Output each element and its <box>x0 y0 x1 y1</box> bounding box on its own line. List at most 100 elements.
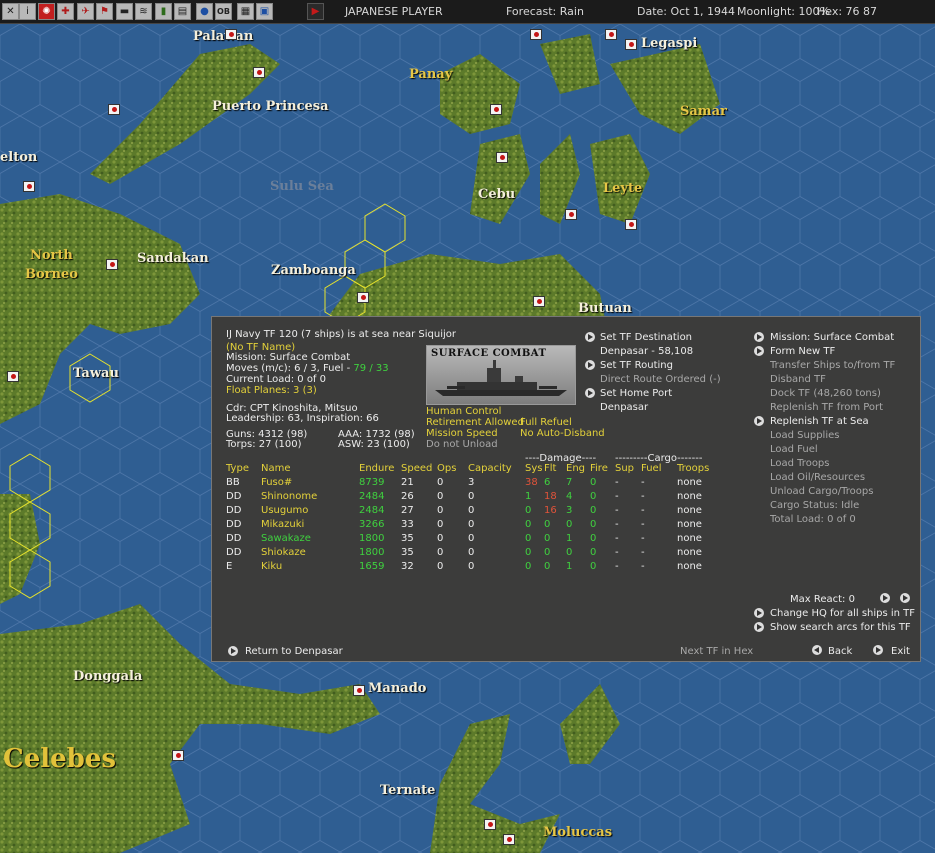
info-icon[interactable]: i <box>19 3 36 20</box>
rising-sun-icon[interactable]: ✺ <box>38 3 55 20</box>
report-icon[interactable]: ▦ <box>237 3 254 20</box>
cmd-transfer[interactable]: Transfer Ships to/from TF <box>770 360 895 371</box>
fuel-icon[interactable]: ▮ <box>155 3 172 20</box>
cmd-load-troops[interactable]: Load Troops <box>770 458 830 469</box>
base-marker[interactable] <box>530 29 542 40</box>
cmd-load-supplies[interactable]: Load Supplies <box>770 430 839 441</box>
cmd-replenish-port[interactable]: Replenish TF from Port <box>770 402 883 413</box>
intel-icon[interactable]: ≋ <box>135 3 152 20</box>
transport-icon[interactable]: ▬ <box>116 3 133 20</box>
base-marker[interactable] <box>357 292 369 303</box>
cmd-unload[interactable]: Unload Cargo/Troops <box>770 486 873 497</box>
ob-icon[interactable]: OB <box>215 3 232 20</box>
tf-float-planes: Float Planes: 3 (3) <box>226 385 317 396</box>
window-icon[interactable]: ▣ <box>256 3 273 20</box>
army-icon[interactable]: ✚ <box>57 3 74 20</box>
cmd-mission[interactable]: Mission: Surface Combat <box>770 332 894 343</box>
next-icon[interactable] <box>880 593 890 603</box>
base-marker[interactable] <box>496 152 508 163</box>
col-ops[interactable]: Ops <box>437 463 456 474</box>
cell-troops: none <box>677 477 702 488</box>
col-sup[interactable]: Sup <box>615 463 634 474</box>
change-hq-button[interactable]: Change HQ for all ships in TF <box>770 608 915 619</box>
play-icon[interactable]: ▶ <box>307 3 324 20</box>
base-marker[interactable] <box>484 819 496 830</box>
return-to-base-button[interactable]: Return to Denpasar <box>245 646 343 657</box>
cell-name[interactable]: Fuso# <box>261 477 292 488</box>
show-search-arcs-button[interactable]: Show search arcs for this TF <box>770 622 911 633</box>
base-marker[interactable] <box>7 371 19 382</box>
base-marker[interactable] <box>625 39 637 50</box>
last-icon[interactable] <box>900 593 910 603</box>
cell-ops: 0 <box>437 491 444 502</box>
cell-sup: - <box>615 547 619 558</box>
cell-name[interactable]: Kiku <box>261 561 282 572</box>
col-eng[interactable]: Eng <box>566 463 585 474</box>
col-speed[interactable]: Speed <box>401 463 432 474</box>
col-endure[interactable]: Endure <box>359 463 394 474</box>
col-capacity[interactable]: Capacity <box>468 463 512 474</box>
col-fuel[interactable]: Fuel <box>641 463 661 474</box>
cell-name[interactable]: Shiokaze <box>261 547 306 558</box>
table-row[interactable]: DD Mikazuki 3266 33 0 0 0 0 0 0 - - none <box>226 519 746 533</box>
navy-icon[interactable]: ✈ <box>77 3 94 20</box>
base-marker[interactable] <box>106 259 118 270</box>
base-marker[interactable] <box>605 29 617 40</box>
set-routing-button[interactable]: Set TF Routing <box>600 360 673 371</box>
col-flt[interactable]: Flt <box>544 463 556 474</box>
opt-mission-speed[interactable]: Mission Speed <box>426 428 498 439</box>
base-marker[interactable] <box>172 750 184 761</box>
globe-icon[interactable]: ● <box>196 3 213 20</box>
opt-retirement[interactable]: Retirement Allowed <box>426 417 524 428</box>
table-row[interactable]: DD Usugumo 2484 27 0 0 0 16 3 0 - - none <box>226 505 746 519</box>
close-icon[interactable]: ✕ <box>2 3 19 20</box>
cmd-load-oil[interactable]: Load Oil/Resources <box>770 472 865 483</box>
base-marker[interactable] <box>108 104 120 115</box>
cell-name[interactable]: Sawakaze <box>261 533 311 544</box>
cell-type: DD <box>226 505 242 516</box>
cmd-disband[interactable]: Disband TF <box>770 374 826 385</box>
cmd-load-fuel[interactable]: Load Fuel <box>770 444 818 455</box>
cmd-replenish-sea[interactable]: Replenish TF at Sea <box>770 416 869 427</box>
table-row[interactable]: DD Sawakaze 1800 35 0 0 0 0 1 0 - - none <box>226 533 746 547</box>
next-tf-button[interactable]: Next TF in Hex <box>680 646 753 657</box>
moonlight-label: Moonlight: 100% <box>737 5 830 18</box>
base-marker[interactable] <box>490 104 502 115</box>
table-row[interactable]: DD Shinonome 2484 26 0 0 1 18 4 0 - - none <box>226 491 746 505</box>
opt-full-refuel[interactable]: Full Refuel <box>520 417 572 428</box>
base-marker[interactable] <box>225 29 237 40</box>
base-marker[interactable] <box>503 834 515 845</box>
cell-sup: - <box>615 533 619 544</box>
back-button[interactable]: Back <box>828 646 852 657</box>
set-home-port-button[interactable]: Set Home Port <box>600 388 672 399</box>
cell-speed: 35 <box>401 547 414 558</box>
table-row[interactable]: E Kiku 1659 32 0 0 0 0 1 0 - - none <box>226 561 746 575</box>
set-destination-button[interactable]: Set TF Destination <box>600 332 692 343</box>
cmd-dock[interactable]: Dock TF (48,260 tons) <box>770 388 881 399</box>
opt-no-auto-disband[interactable]: No Auto-Disband <box>520 428 605 439</box>
cell-name[interactable]: Shinonome <box>261 491 317 502</box>
table-row[interactable]: BB Fuso# 8739 21 0 3 38 6 7 0 - - none <box>226 477 746 491</box>
flag-icon[interactable]: ⚑ <box>96 3 113 20</box>
base-marker[interactable] <box>625 219 637 230</box>
cell-endure: 3266 <box>359 519 385 530</box>
base-marker[interactable] <box>565 209 577 220</box>
col-sys[interactable]: Sys <box>525 463 542 474</box>
opt-do-not-unload[interactable]: Do not Unload <box>426 439 498 450</box>
base-marker[interactable] <box>533 296 545 307</box>
col-type[interactable]: Type <box>226 463 249 474</box>
base-marker[interactable] <box>353 685 365 696</box>
table-row[interactable]: DD Shiokaze 1800 35 0 0 0 0 0 0 - - none <box>226 547 746 561</box>
base-marker[interactable] <box>23 181 35 192</box>
col-troops[interactable]: Troops <box>677 463 709 474</box>
col-fire[interactable]: Fire <box>590 463 608 474</box>
base-marker[interactable] <box>253 67 265 78</box>
col-name[interactable]: Name <box>261 463 291 474</box>
exit-button[interactable]: Exit <box>891 646 910 657</box>
ledger-icon[interactable]: ▤ <box>174 3 191 20</box>
cell-name[interactable]: Usugumo <box>261 505 308 516</box>
cmd-form-new-tf[interactable]: Form New TF <box>770 346 835 357</box>
destination-label: Denpasar - 58,108 <box>600 346 694 357</box>
cell-name[interactable]: Mikazuki <box>261 519 304 530</box>
opt-human-control[interactable]: Human Control <box>426 406 501 417</box>
